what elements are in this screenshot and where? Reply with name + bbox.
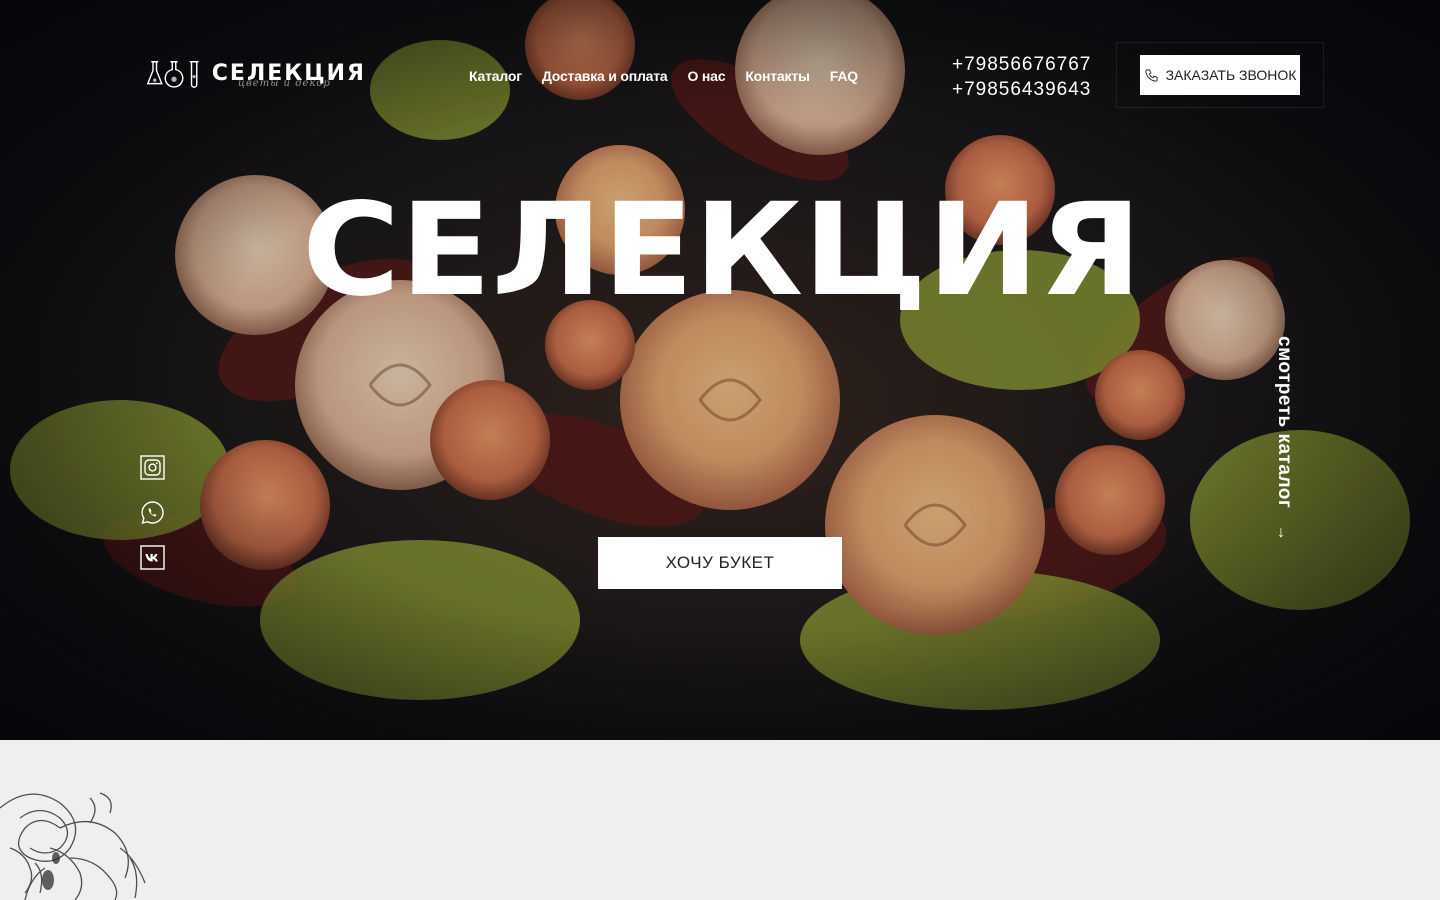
floral-sketch-illustration [0, 792, 146, 900]
order-call-label: ЗАКАЗАТЬ ЗВОНОК [1165, 67, 1297, 83]
nav-item-contacts[interactable]: Контакты [745, 68, 810, 84]
whatsapp-link[interactable] [140, 500, 165, 525]
order-call-button[interactable]: ЗАКАЗАТЬ ЗВОНОК [1140, 55, 1300, 95]
phone-link-1[interactable]: +79856676767 [952, 52, 1091, 77]
nav-item-about[interactable]: О нас [688, 68, 726, 84]
hero-title-text: СЕЛЕКЦИЯ [302, 188, 1142, 310]
hero-title: СЕЛЕКЦИЯ [302, 188, 1142, 310]
main-nav: Каталог Доставка и оплата О нас Контакты… [469, 68, 858, 84]
flasks-icon [146, 61, 199, 88]
hero-section [0, 0, 1440, 740]
vk-link[interactable] [140, 545, 165, 570]
view-catalog-label: смотреть каталог [1274, 336, 1295, 509]
nav-item-faq[interactable]: FAQ [830, 68, 858, 84]
arrow-down-icon: ↓ [1277, 524, 1285, 541]
view-catalog-link[interactable]: смотреть каталог ↓ [1270, 336, 1298, 546]
nav-item-catalog[interactable]: Каталог [469, 68, 522, 84]
instagram-icon [140, 455, 165, 480]
hero-dim-overlay [0, 0, 1440, 740]
instagram-link[interactable] [140, 455, 165, 480]
want-bouquet-button[interactable]: ХОЧУ БУКЕТ [598, 537, 842, 589]
nav-item-delivery[interactable]: Доставка и оплата [542, 68, 668, 84]
site-logo[interactable]: СЕЛЕКЦИЯ цветы и декор [146, 54, 366, 94]
logo-tagline: цветы и декор [238, 78, 331, 89]
phone-link-2[interactable]: +79856439643 [952, 77, 1091, 102]
phone-numbers: +79856676767 +79856439643 [952, 52, 1091, 102]
phone-icon [1144, 68, 1158, 82]
whatsapp-icon [141, 501, 164, 524]
below-hero-section [0, 740, 1440, 900]
vk-icon [140, 545, 165, 570]
